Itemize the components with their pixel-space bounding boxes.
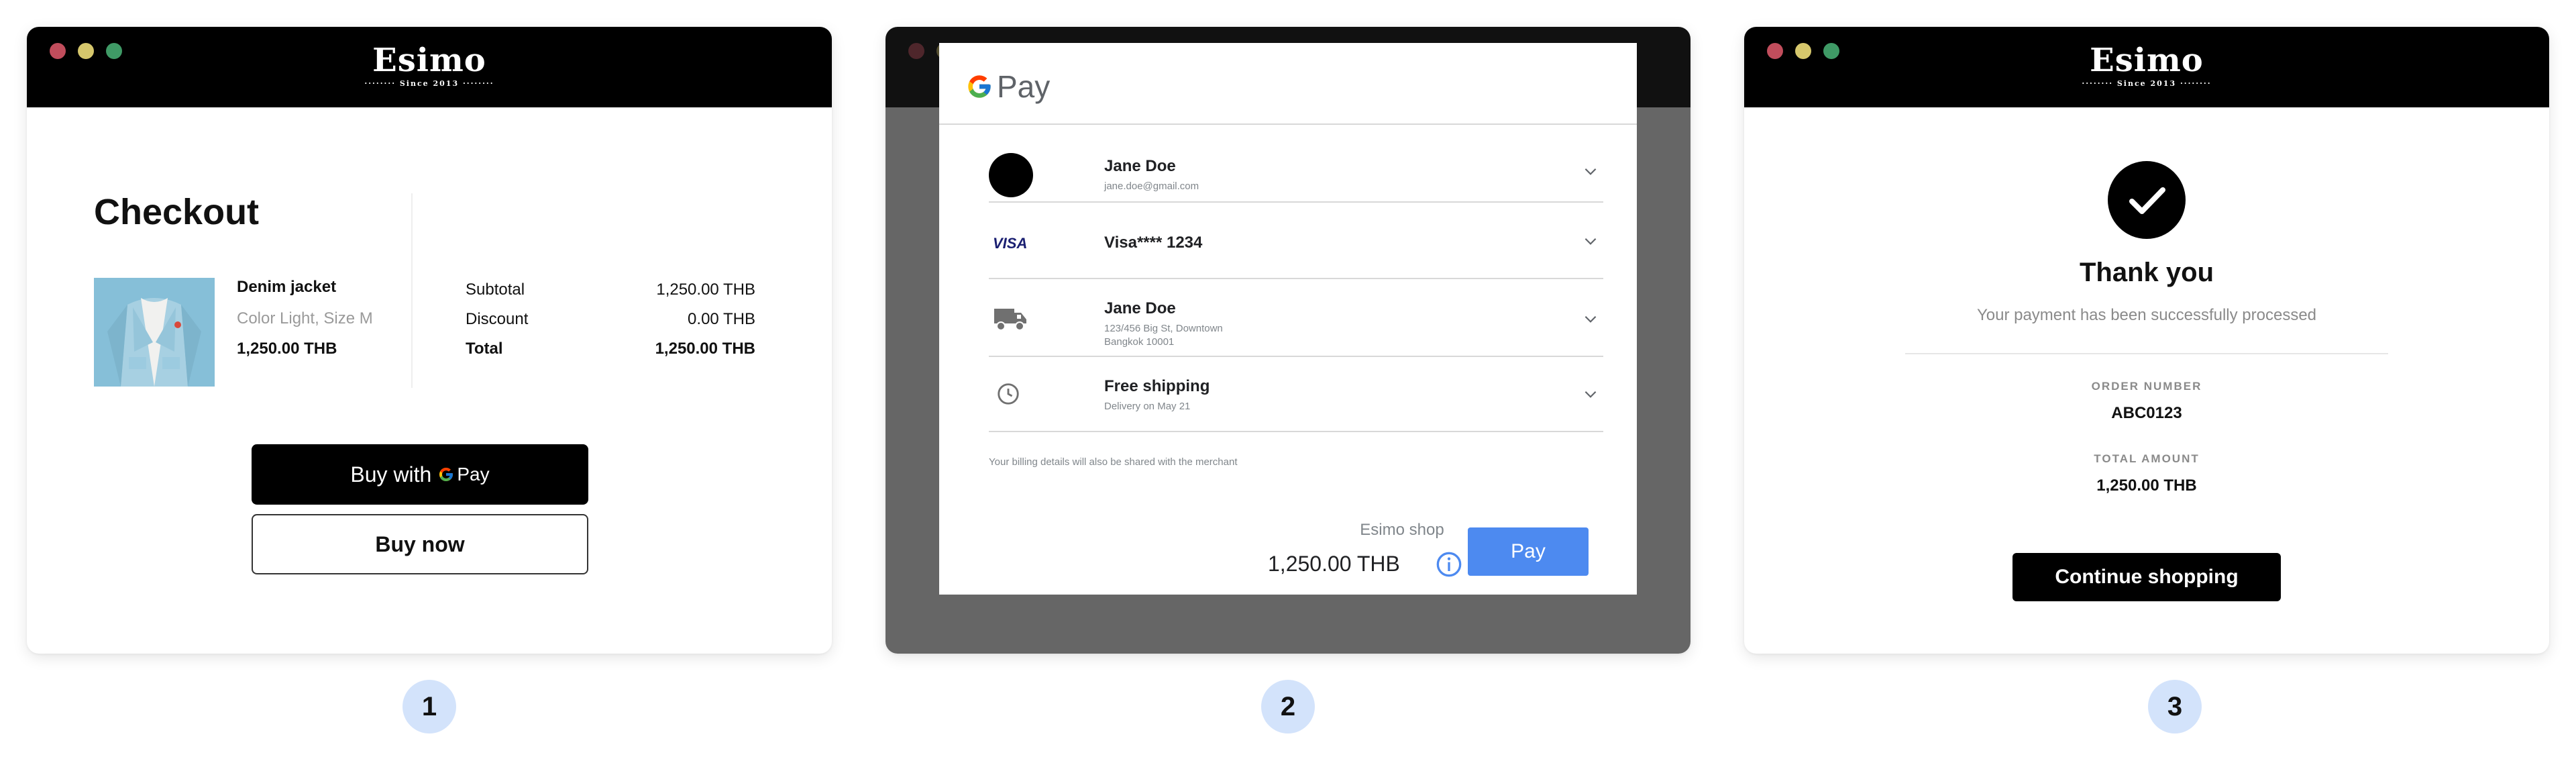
address-line1: 123/456 Big St, Downtown [1104, 323, 1223, 334]
buy-with-gpay-button[interactable]: Buy with Pay [252, 444, 588, 505]
chevron-down-icon[interactable] [1582, 310, 1599, 327]
info-icon[interactable] [1436, 551, 1462, 578]
contact-email: jane.doe@gmail.com [1104, 181, 1199, 192]
pay-button[interactable]: Pay [1468, 527, 1589, 576]
total-amount: 1,250.00 THB [2096, 476, 2197, 495]
avatar [989, 153, 1033, 197]
brand-name: Esimo [2090, 42, 2204, 79]
summary-label: Subtotal [466, 281, 525, 299]
gpay-logo: Pay [966, 68, 1050, 105]
billing-notice: Your billing details will also be shared… [989, 456, 1238, 468]
visa-icon: VISA [993, 235, 1028, 252]
gpay-mark-text: Pay [457, 464, 490, 485]
checkout-flow: Esimo ········ Since 2013 ········ Check… [0, 0, 2576, 761]
summary-value: 0.00 THB [688, 310, 755, 328]
chevron-down-icon[interactable] [1582, 232, 1599, 250]
summary-row-discount: Discount 0.00 THB [466, 310, 755, 329]
product-name: Denim jacket [237, 278, 337, 296]
buy-with-label: Buy with [350, 462, 432, 487]
confirmation-title: Thank you [2079, 258, 2214, 287]
step-badge-2: 2 [1261, 680, 1315, 733]
sheet-header: Pay [939, 43, 1637, 125]
clock-icon [998, 383, 1019, 405]
summary-value: 1,250.00 THB [655, 340, 755, 358]
gpay-window: Pay Jane Doe jane.doe@gmail.com VISA Vis… [885, 27, 1690, 654]
step-badge-1: 1 [402, 680, 456, 733]
summary-row-total: Total 1,250.00 THB [466, 340, 755, 358]
google-g-icon [439, 468, 453, 481]
contact-name: Jane Doe [1104, 157, 1176, 175]
google-g-icon [968, 75, 991, 98]
product-image [94, 278, 215, 387]
contact-row[interactable]: Jane Doe jane.doe@gmail.com [989, 126, 1603, 203]
address-name: Jane Doe [1104, 299, 1176, 317]
brand-logo: Esimo ········ Since 2013 ········ [1744, 43, 2549, 88]
total-amount-label: TOTAL AMOUNT [2094, 452, 2200, 465]
summary-label: Discount [466, 310, 529, 328]
product-price: 1,250.00 THB [237, 340, 337, 358]
continue-shopping-button[interactable]: Continue shopping [2012, 553, 2281, 601]
brand-tagline: ········ Since 2013 ········ [2082, 79, 2212, 88]
gpay-payment-sheet: Pay Jane Doe jane.doe@gmail.com VISA Vis… [939, 43, 1637, 595]
brand-name: Esimo [372, 42, 486, 79]
denim-jacket-icon [94, 278, 215, 387]
payment-method-row[interactable]: VISA Visa**** 1234 [989, 203, 1603, 279]
close-window-button[interactable] [908, 43, 924, 59]
divider [1905, 353, 2388, 354]
summary-label: Total [466, 340, 503, 358]
title-bar: Esimo ········ Since 2013 ········ [1744, 27, 2549, 107]
confirmation-window: Esimo ········ Since 2013 ········ Thank… [1744, 27, 2549, 654]
summary-value: 1,250.00 THB [656, 281, 755, 299]
shipping-method-row[interactable]: Free shipping Delivery on May 21 [989, 357, 1603, 432]
shipping-address-row[interactable]: Jane Doe 123/456 Big St, Downtown Bangko… [989, 279, 1603, 357]
product-variant: Color Light, Size M [237, 309, 373, 327]
buy-now-button[interactable]: Buy now [252, 514, 588, 574]
payment-card-label: Visa**** 1234 [1104, 234, 1203, 252]
gpay-logo-text: Pay [997, 69, 1051, 104]
gpay-mark: Pay [438, 464, 490, 485]
summary-row-subtotal: Subtotal 1,250.00 THB [466, 281, 755, 299]
payment-amount: 1,250.00 THB [1268, 552, 1400, 576]
truck-icon [994, 309, 1026, 331]
step-badge-3: 3 [2148, 680, 2202, 733]
checkout-window: Esimo ········ Since 2013 ········ Check… [27, 27, 832, 654]
shipping-method-title: Free shipping [1104, 377, 1210, 395]
chevron-down-icon[interactable] [1582, 162, 1599, 180]
address-line2: Bangkok 10001 [1104, 336, 1175, 348]
checkmark-icon [2129, 187, 2165, 214]
order-number: ABC0123 [2111, 404, 2182, 422]
page-title: Checkout [94, 192, 260, 232]
brand-tagline: ········ Since 2013 ········ [364, 79, 494, 88]
title-bar: Esimo ········ Since 2013 ········ [27, 27, 832, 107]
brand-logo: Esimo ········ Since 2013 ········ [27, 43, 832, 88]
divider [411, 193, 413, 388]
shipping-method-sub: Delivery on May 21 [1104, 401, 1191, 412]
chevron-down-icon[interactable] [1582, 385, 1599, 403]
confirmation-subtitle: Your payment has been successfully proce… [1976, 306, 2317, 324]
success-check-icon [2108, 161, 2186, 239]
order-number-label: ORDER NUMBER [2091, 380, 2202, 393]
